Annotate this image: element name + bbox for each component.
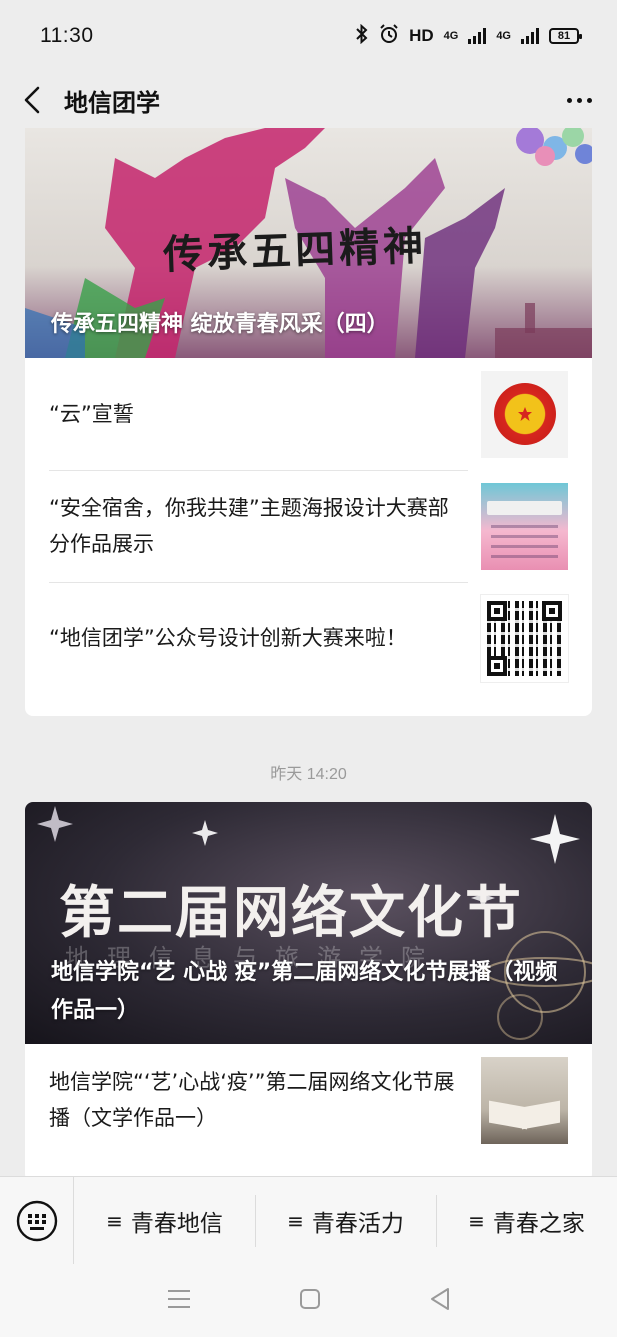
more-dot-icon [586,97,592,103]
hero-art-text: 第二届网络文化节 [59,880,523,946]
nav-bar: 地信团学 [0,72,617,128]
list-item[interactable]: “地信团学”公众号设计创新大赛来啦！ [49,582,569,694]
square-icon [299,1288,320,1309]
qr-code-thumbnail [480,593,569,683]
list-item[interactable]: “安全宿舍，你我共建”主题海报设计大赛部分作品展示 [49,470,568,582]
battery-icon: 81 [549,28,582,44]
system-navigation-bar [0,1264,617,1337]
article-title: “地信团学”公众号设计创新大赛来啦！ [49,626,407,650]
menu-list-icon: ≡ [468,1208,485,1233]
chevron-left-icon [24,86,40,114]
menu-item-youth-vitality[interactable]: ≡ 青春活力 [255,1194,436,1247]
qr-finder [542,600,562,621]
hero-article-title: 地信学院“艺 心战 疫”第二届网络文化节展播（视频作品一） [51,960,558,1023]
hero-article-title: 传承五四精神 绽放青春风采（四） [51,312,389,337]
menu-item-youth-home[interactable]: ≡ 青春之家 [436,1194,617,1247]
status-bar: 11:30 HD 4G 4G 81 [0,0,617,72]
hero-article-1[interactable]: 传承五四精神 传承五四精神 绽放青春风采（四） [25,128,592,358]
article-title: “云”宣誓 [49,402,134,426]
poster-text-rows [491,524,558,560]
poster-thumbnail [481,482,568,570]
more-options-button[interactable] [541,72,617,128]
article-title: “安全宿舍，你我共建”主题海报设计大赛部分作品展示 [49,496,449,556]
qr-finder [487,600,507,621]
more-dot-icon [576,97,582,103]
bottom-menu-bar: ≡ 青春地信 ≡ 青春活力 ≡ 青春之家 [0,1176,617,1265]
hd-label: HD [409,26,434,45]
league-emblem-icon [481,370,568,458]
menu-item-label: 青春活力 [311,1210,404,1237]
qr-finder [487,655,507,676]
signal-strength-icon-2 [521,28,539,44]
emblem-ring [493,383,556,445]
article-list-1: “云”宣誓 “安全宿舍，你我共建”主题海报设计大赛部分作品展示 “地信团学”公众… [25,358,592,694]
menu-list-icon: ≡ [106,1208,123,1233]
star-icon [517,407,532,421]
menu-item-label: 青春之家 [492,1210,585,1237]
bluetooth-icon [355,23,369,49]
list-item[interactable]: “云”宣誓 [49,358,568,470]
status-time: 11:30 [40,24,94,47]
page-title: 地信团学 [64,88,160,117]
hero-art-text: 传承五四精神 [162,222,428,279]
menu-item-youth-dixin[interactable]: ≡ 青春地信 [74,1195,255,1247]
list-item[interactable]: 地信学院“‘艺’心战‘疫’”第二届网络文化节展播（文学作品一） [49,1044,568,1156]
keyboard-toggle-button[interactable] [0,1176,74,1265]
book-thumbnail [481,1056,568,1144]
network-4g-label-1: 4G [443,30,459,42]
article-card-2: 第二届网络文化节 地理信息与旅游学院 地信学院“艺 心战 疫”第二届网络文化节展… [25,802,592,1182]
article-title: 地信学院“‘艺’心战‘疫’”第二届网络文化节展播（文学作品一） [49,1070,455,1130]
status-icons: HD 4G 4G 81 [355,23,582,49]
menu-item-label: 青春地信 [130,1210,223,1237]
recent-apps-button[interactable] [167,1288,191,1314]
signal-strength-icon-1 [468,28,487,44]
system-back-button[interactable] [429,1287,451,1315]
alarm-icon [379,23,399,49]
book-page-right [522,1100,560,1129]
article-card-1: 传承五四精神 传承五四精神 绽放青春风采（四） “云”宣誓 “安全宿舍，你我共建… [25,128,592,716]
menu-lines-icon [167,1289,190,1308]
triangle-back-icon [430,1287,449,1310]
back-button[interactable] [0,72,64,128]
network-4g-label-2: 4G [496,30,511,42]
message-timestamp: 昨天 14:20 [270,766,347,783]
home-button[interactable] [299,1288,321,1314]
hero-article-2[interactable]: 第二届网络文化节 地理信息与旅游学院 地信学院“艺 心战 疫”第二届网络文化节展… [25,802,592,1044]
article-list-2: 地信学院“‘艺’心战‘疫’”第二届网络文化节展播（文学作品一） [25,1044,592,1156]
battery-level: 81 [557,30,571,42]
poster-banner [487,500,562,515]
more-dot-icon [566,97,572,103]
keyboard-icon [16,1200,57,1241]
menu-list-icon: ≡ [287,1208,304,1233]
